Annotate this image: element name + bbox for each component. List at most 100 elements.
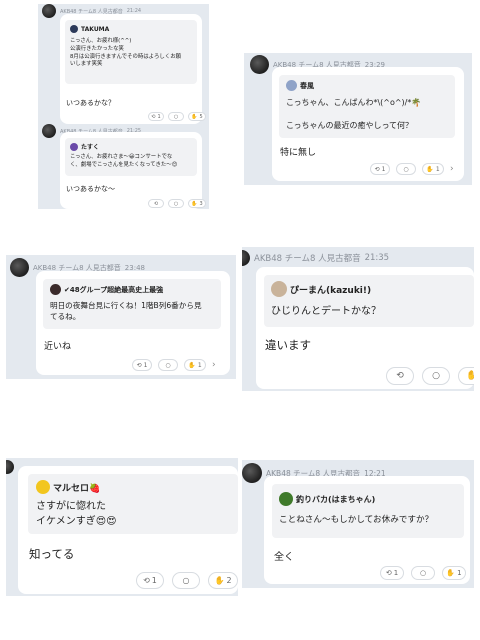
like-count: 5 [199, 113, 203, 120]
like-button[interactable]: ✋ 3 [188, 199, 206, 208]
retweet-icon: ⟲ [374, 165, 380, 173]
post-panel: AKB48 チーム8 人見古都音 21:24 TAKUMA こっさん、お疲れ様(… [38, 4, 209, 209]
like-icon: ✋ [191, 200, 198, 207]
post-card[interactable]: TAKUMA こっさん、お疲れ様(^^) 公演行きたかったな笑 8月は公演行きま… [60, 14, 206, 124]
like-button[interactable]: ✋ 2 [208, 572, 238, 589]
avatar[interactable] [242, 463, 262, 483]
like-icon: ✋ [214, 576, 225, 585]
post-time: 21:35 [364, 253, 390, 263]
quote-author: 春風 [286, 80, 314, 91]
like-button[interactable]: ✋ 5 [188, 112, 206, 121]
comment-icon: ○ [173, 113, 179, 120]
comment-icon: ○ [432, 371, 440, 381]
avatar[interactable] [6, 460, 14, 474]
retweet-icon: ⟲ [151, 113, 156, 120]
comment-button[interactable]: ○ [396, 163, 416, 175]
comment-icon: ○ [165, 361, 171, 369]
action-bar: ⟲ 1 ○ ✋ 1 [380, 566, 466, 580]
reply-text: 知ってる [29, 547, 75, 561]
action-bar: ⟲ ○ ✋ [386, 367, 474, 385]
retweet-count: 1 [151, 576, 157, 585]
like-count: 1 [435, 165, 440, 173]
retweet-button[interactable]: ⟲ 1 [132, 359, 152, 371]
author-avatar [70, 142, 78, 151]
comment-button[interactable]: ○ [422, 367, 450, 385]
quote-author: ぴーまん(kazuki!) [271, 281, 371, 297]
post-header [6, 460, 14, 474]
quoted-message[interactable]: ✔48グループ超絶最高史上最強 明日の夜舞台見に行くね！1階B列6番から見 てる… [43, 279, 221, 329]
post-panel: マルセロ🍓 さすがに惚れた イケメンすぎ😍😍 知ってる ⟲ 1 ○ ✋ 2 [6, 458, 238, 596]
quote-author: TAKUMA [70, 25, 109, 33]
reply-text: いつあるかな〜 [66, 185, 115, 193]
like-button[interactable]: ✋ 1 [422, 163, 444, 175]
action-bar: ⟲1 ○ ✋5 › [148, 112, 209, 121]
author-avatar [286, 80, 297, 91]
comment-button[interactable]: ○ [168, 112, 184, 121]
retweet-button[interactable]: ⟲ 1 [380, 566, 404, 580]
comment-button[interactable]: ○ [411, 566, 435, 580]
post-panel: AKB48 チーム8 人見古都音 23:29 春風 こっちゃん、こんばんわ*\(… [244, 53, 472, 185]
post-panel: AKB48 チーム8 人見古都音 12:21 釣りバカ(はまちゃん) ことねさん… [242, 460, 474, 588]
action-bar: ⟲ ○ ✋3 › [148, 199, 209, 208]
retweet-button[interactable]: ⟲ 1 [148, 112, 164, 121]
avatar[interactable] [42, 124, 56, 138]
retweet-icon: ⟲ [136, 361, 142, 369]
quoted-message[interactable]: ぴーまん(kazuki!) ひじりんとデートかな？ [264, 275, 474, 327]
like-button[interactable]: ✋ 1 [442, 566, 466, 580]
comment-button[interactable]: ○ [158, 359, 178, 371]
post-card[interactable]: 春風 こっちゃん、こんばんわ*\(^o^)/*🌴 こっちゃんの最近の癒やしって何… [272, 67, 464, 181]
avatar[interactable] [42, 4, 56, 18]
post-card[interactable]: たすく こっさん、お疲れさま〜😀コンサートでな く、劇場でこっさんを見たくなって… [60, 132, 206, 209]
quoted-message[interactable]: 釣りバカ(はまちゃん) ことねさん〜もしかしてお休みですか？ [272, 484, 464, 538]
retweet-icon: ⟲ [396, 371, 404, 381]
retweet-count: 1 [393, 569, 399, 577]
reply-text: 近いね [44, 342, 72, 352]
like-count: 1 [457, 569, 462, 577]
like-icon: ✋ [191, 113, 198, 120]
author-avatar [70, 25, 78, 33]
quote-author: マルセロ🍓 [36, 480, 100, 494]
quote-text: こっさん、お疲れさま〜😀コンサートでな く、劇場でこっさんを見たくなってきた〜😊 [70, 154, 178, 168]
retweet-count: 1 [381, 165, 386, 173]
like-count: 1 [197, 361, 202, 369]
comment-icon: ○ [403, 165, 409, 173]
retweet-button[interactable]: ⟲ 1 [370, 163, 390, 175]
quote-text: さすがに惚れた イケメンすぎ😍😍 [36, 501, 117, 527]
retweet-count: 1 [157, 113, 161, 120]
quote-text: 明日の夜舞台見に行くね！1階B列6番から見 てるね。 [50, 301, 202, 321]
like-count: 2 [226, 576, 232, 585]
quote-author: 釣りバカ(はまちゃん) [279, 492, 375, 506]
chevron-right-icon[interactable]: › [450, 164, 454, 174]
post-card[interactable]: マルセロ🍓 さすがに惚れた イケメンすぎ😍😍 知ってる ⟲ 1 ○ ✋ 2 [18, 466, 238, 594]
quoted-message[interactable]: マルセロ🍓 さすがに惚れた イケメンすぎ😍😍 [28, 474, 238, 534]
like-icon: ✋ [188, 361, 196, 369]
post-card[interactable]: 釣りバカ(はまちゃん) ことねさん〜もしかしてお休みですか？ 全く ⟲ 1 ○ ✋… [264, 476, 470, 584]
like-button[interactable]: ✋ 1 [184, 359, 206, 371]
chevron-right-icon[interactable]: › [212, 360, 216, 370]
like-icon: ✋ [426, 165, 434, 173]
reply-text: 違います [265, 338, 311, 352]
avatar[interactable] [10, 258, 29, 277]
like-button[interactable]: ✋ [458, 367, 474, 385]
screenshot-collage: AKB48 チーム8 人見古都音 21:24 TAKUMA こっさん、お疲れ様(… [0, 0, 480, 640]
post-header: AKB48 チーム8 人見古都音 21:35 [242, 250, 389, 266]
avatar[interactable] [242, 250, 250, 266]
action-bar: ⟲ 1 ○ ✋ 2 [136, 572, 238, 589]
comment-button[interactable]: ○ [168, 199, 184, 208]
post-card[interactable]: ✔48グループ超絶最高史上最強 明日の夜舞台見に行くね！1階B列6番から見 てる… [36, 271, 230, 375]
post-card[interactable]: ぴーまん(kazuki!) ひじりんとデートかな？ 違います ⟲ ○ ✋ [256, 267, 474, 389]
comment-button[interactable]: ○ [172, 572, 200, 589]
quote-author: たすく [70, 142, 99, 151]
retweet-button[interactable]: ⟲ 1 [136, 572, 164, 589]
quoted-message[interactable]: TAKUMA こっさん、お疲れ様(^^) 公演行きたかったな笑 8月は公演行きま… [65, 20, 197, 84]
avatar[interactable] [250, 55, 269, 74]
quoted-message[interactable]: 春風 こっちゃん、こんばんわ*\(^o^)/*🌴 こっちゃんの最近の癒やしって何… [279, 75, 455, 138]
author-avatar [36, 480, 50, 494]
post-panel: AKB48 チーム8 人見古都音 21:35 ぴーまん(kazuki!) ひじり… [242, 247, 474, 391]
retweet-icon: ⟲ [143, 576, 150, 585]
quoted-message[interactable]: たすく こっさん、お疲れさま〜😀コンサートでな く、劇場でこっさんを見たくなって… [65, 138, 197, 176]
quote-text: こっちゃん、こんばんわ*\(^o^)/*🌴 こっちゃんの最近の癒やしって何？ [286, 98, 422, 131]
comment-icon: ○ [173, 200, 179, 207]
retweet-button[interactable]: ⟲ [386, 367, 414, 385]
retweet-button[interactable]: ⟲ [148, 199, 164, 208]
